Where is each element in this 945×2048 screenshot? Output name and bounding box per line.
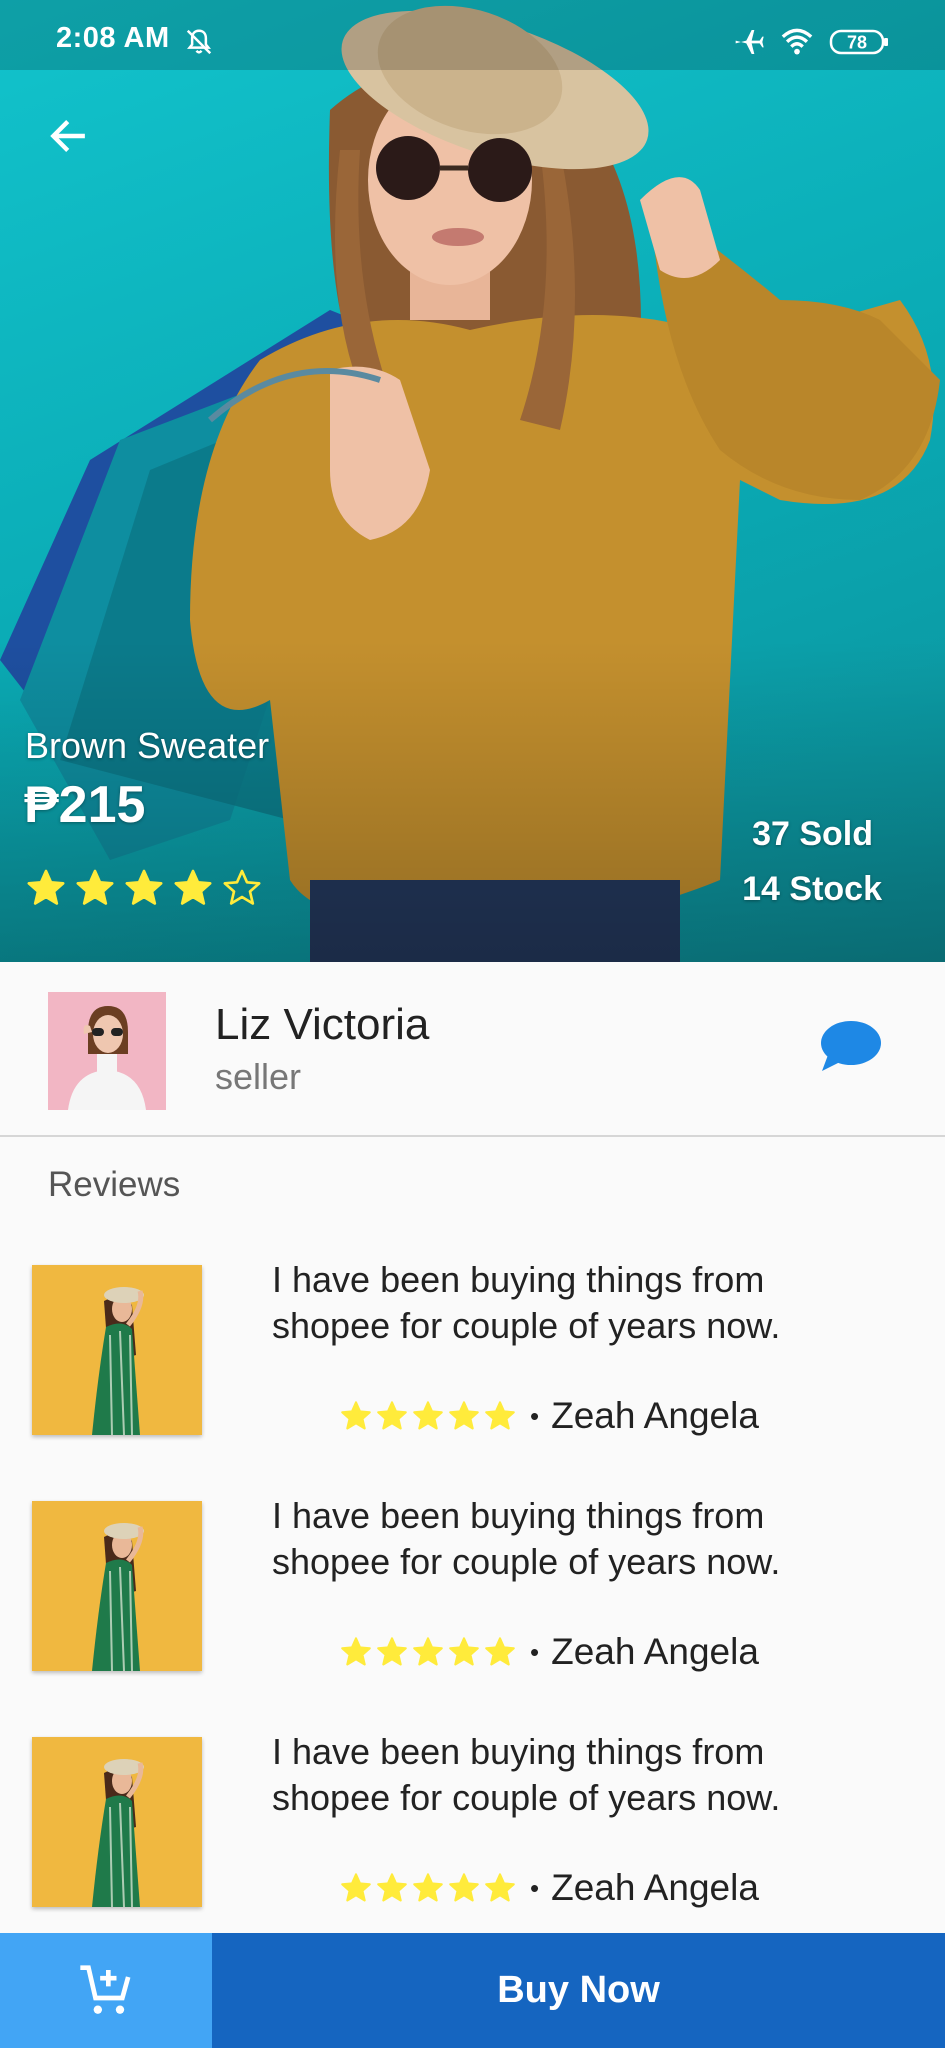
review-rating [340, 1636, 516, 1668]
reviews-heading: Reviews [48, 1165, 181, 1204]
battery-level: 78 [847, 33, 867, 53]
star-filled-icon [377, 1873, 407, 1902]
star-filled-icon [341, 1873, 371, 1902]
review-rating [340, 1872, 516, 1904]
star-filled-icon [485, 1401, 515, 1430]
seller-name: Liz Victoria [215, 1000, 430, 1049]
star-filled-icon [413, 1401, 443, 1430]
star-outline-icon [223, 869, 261, 905]
product-name: Brown Sweater [25, 725, 270, 766]
star-filled-icon [485, 1637, 515, 1666]
product-detail-screen: 2:08 AM 78 Brown Sweater ₱215 37 Sold 14… [0, 0, 945, 2048]
star-filled-icon [377, 1401, 407, 1430]
star-filled-icon [449, 1401, 479, 1430]
review-item: I have been buying things from shopee fo… [0, 1259, 945, 1495]
review-author: Zeah Angela [551, 1395, 759, 1436]
back-button[interactable] [40, 108, 96, 164]
product-price: ₱215 [24, 776, 146, 834]
review-meta: • Zeah Angela [340, 1631, 759, 1673]
review-item: I have been buying things from shopee fo… [0, 1495, 945, 1731]
sold-count: 37 Sold [752, 815, 873, 853]
chat-bubble-icon [821, 1021, 881, 1071]
battery-icon: 78 [828, 28, 890, 61]
star-filled-icon [76, 869, 114, 905]
review-text: I have been buying things from shopee fo… [272, 1731, 781, 1818]
star-filled-icon [413, 1873, 443, 1902]
add-to-cart-button[interactable] [0, 1933, 212, 2048]
review-photo[interactable] [32, 1265, 202, 1435]
star-filled-icon [341, 1401, 371, 1430]
bell-off-icon [184, 26, 214, 63]
review-photo[interactable] [32, 1501, 202, 1671]
arrow-left-icon [50, 120, 85, 152]
star-filled-icon [341, 1637, 371, 1666]
star-filled-icon [449, 1873, 479, 1902]
star-filled-icon [413, 1637, 443, 1666]
airplane-icon [732, 26, 766, 63]
review-text: I have been buying things from shopee fo… [272, 1495, 781, 1582]
star-filled-icon [27, 869, 65, 905]
star-filled-icon [174, 869, 212, 905]
review-meta: • Zeah Angela [340, 1395, 759, 1437]
separator-dot: • [530, 1400, 540, 1431]
seller-avatar[interactable] [48, 992, 166, 1110]
review-photo[interactable] [32, 1737, 202, 1907]
review-author: Zeah Angela [551, 1631, 759, 1672]
status-bar: 2:08 AM 78 [0, 0, 945, 70]
review-rating [340, 1400, 516, 1432]
product-rating [26, 868, 262, 908]
star-filled-icon [449, 1637, 479, 1666]
star-filled-icon [125, 869, 163, 905]
separator-dot: • [530, 1636, 540, 1667]
bottom-bar: Buy Now [0, 1933, 945, 2048]
star-filled-icon [485, 1873, 515, 1902]
buy-now-button[interactable]: Buy Now [212, 1933, 945, 2048]
stock-count: 14 Stock [742, 870, 882, 908]
wifi-icon [778, 24, 816, 63]
separator-dot: • [530, 1872, 540, 1903]
cart-plus-icon [80, 1964, 131, 2014]
status-time: 2:08 AM [56, 22, 170, 54]
review-author: Zeah Angela [551, 1867, 759, 1908]
chat-button[interactable] [815, 1017, 885, 1077]
star-filled-icon [377, 1637, 407, 1666]
review-text: I have been buying things from shopee fo… [272, 1259, 781, 1346]
review-meta: • Zeah Angela [340, 1867, 759, 1909]
seller-row[interactable]: Liz Victoria seller [0, 962, 945, 1137]
product-hero: 2:08 AM 78 Brown Sweater ₱215 37 Sold 14… [0, 0, 945, 962]
seller-role: seller [215, 1056, 302, 1097]
